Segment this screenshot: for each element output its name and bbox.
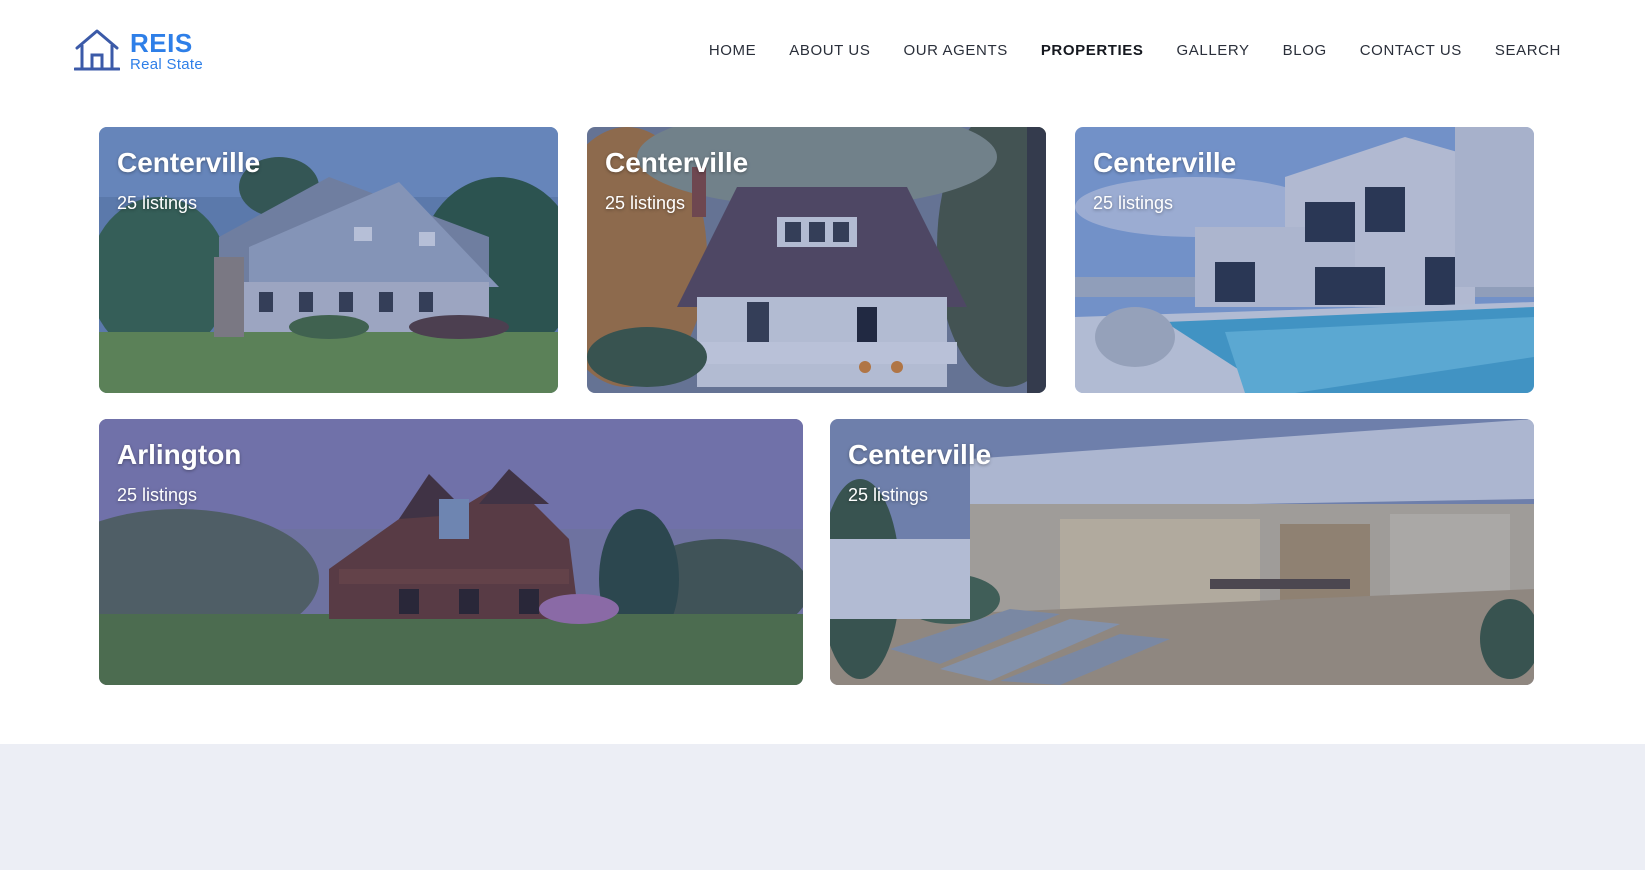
nav-contact-us[interactable]: CONTACT US (1360, 42, 1462, 59)
card-listings: 25 listings (848, 485, 929, 505)
card-listings: 25 listings (1093, 193, 1174, 213)
property-card[interactable]: Centerville 25 listings (830, 419, 1534, 685)
nav-blog[interactable]: BLOG (1283, 42, 1327, 59)
card-city: Centerville (605, 147, 749, 178)
nav-home[interactable]: HOME (709, 42, 756, 59)
brand-logo[interactable]: REIS Real State (74, 28, 203, 73)
card-listings: 25 listings (117, 193, 198, 213)
card-city: Centerville (848, 439, 992, 470)
property-card[interactable]: Arlington 25 listings (99, 419, 803, 685)
brand-text: REIS Real State (130, 29, 203, 73)
card-city: Centerville (117, 147, 261, 178)
card-city: Arlington (117, 439, 242, 470)
brand-title: REIS (130, 28, 193, 58)
nav-search[interactable]: SEARCH (1495, 42, 1561, 59)
nav-properties[interactable]: PROPERTIES (1041, 42, 1144, 59)
brand-subtitle: Real State (130, 56, 204, 73)
property-card[interactable]: Centerville 25 listings (1075, 127, 1534, 393)
footer-band (0, 744, 1645, 870)
site-header: REIS Real State HOME ABOUT US OUR AGENTS… (0, 0, 1645, 104)
card-listings: 25 listings (117, 485, 198, 505)
property-card[interactable]: Centerville 25 listings (587, 127, 1046, 393)
property-card[interactable]: Centerville 25 listings (99, 127, 558, 393)
card-listings: 25 listings (605, 193, 686, 213)
nav-our-agents[interactable]: OUR AGENTS (903, 42, 1007, 59)
house-icon (74, 29, 120, 71)
card-city: Centerville (1093, 147, 1237, 178)
nav-about-us[interactable]: ABOUT US (789, 42, 870, 59)
main-nav: HOME ABOUT US OUR AGENTS PROPERTIES GALL… (709, 42, 1561, 59)
nav-gallery[interactable]: GALLERY (1177, 42, 1250, 59)
